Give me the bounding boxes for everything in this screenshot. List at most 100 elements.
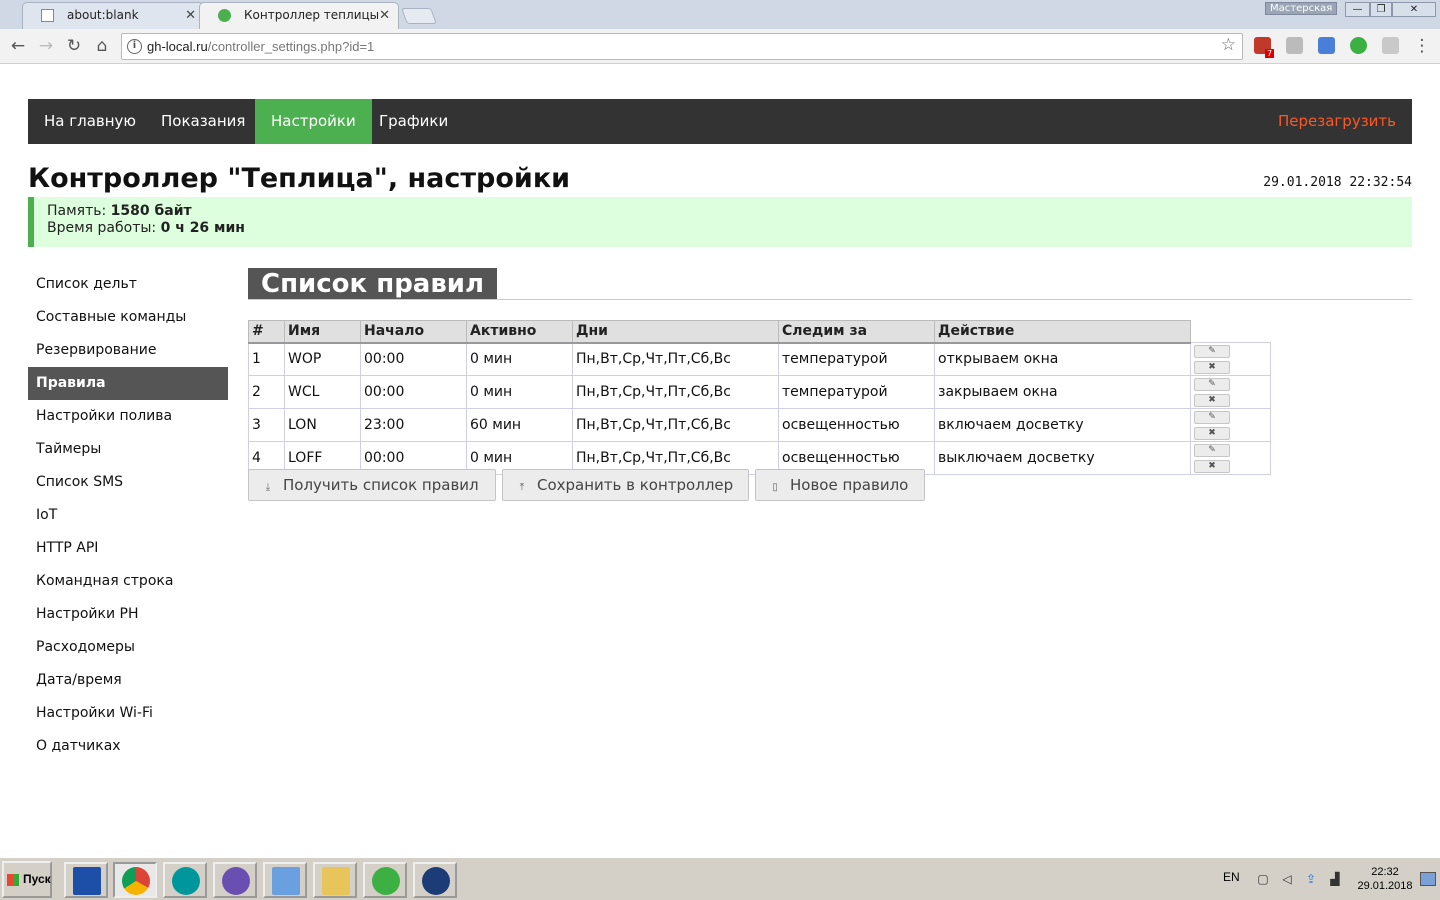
volume-icon[interactable]: ◁	[1279, 871, 1295, 887]
delete-icon[interactable]: ✖	[1194, 360, 1230, 374]
section-divider	[248, 299, 1412, 300]
close-icon[interactable]: ✕	[185, 3, 196, 28]
rule-number: 1	[248, 342, 285, 376]
nav-charts[interactable]: Графики	[363, 99, 464, 144]
sidebar-item-deltas[interactable]: Список дельт	[28, 268, 228, 301]
sidebar-item-wifi[interactable]: Настройки Wi-Fi	[28, 697, 228, 730]
browser-titlebar: about:blank ✕ Контроллер теплицы ✕ Масте…	[0, 0, 1440, 29]
rule-actions: ✎✖	[1190, 441, 1271, 475]
rule-action: закрываем окна	[934, 375, 1191, 409]
fetch-rules-button[interactable]: ⤓ Получить список правил	[248, 469, 496, 501]
home-icon[interactable]: ⌂	[91, 36, 113, 58]
sidebar-item-reservation[interactable]: Резервирование	[28, 334, 228, 367]
network-icon[interactable]: ▟	[1327, 871, 1343, 887]
arduino-icon	[172, 867, 200, 895]
rule-watch: освещенностью	[778, 408, 935, 442]
table-header-row: # Имя Начало Активно Дни Следим за Дейст…	[248, 320, 1271, 344]
rule-watch: температурой	[778, 342, 935, 376]
tray-device-icon[interactable]: ▢	[1255, 871, 1271, 887]
menu-icon[interactable]: ⋮	[1411, 36, 1433, 58]
taskbar-app-media[interactable]	[413, 862, 457, 898]
back-icon[interactable]: ←	[7, 36, 29, 58]
sidebar-item-watering[interactable]: Настройки полива	[28, 400, 228, 433]
taskbar-app-notepad[interactable]	[263, 862, 307, 898]
rule-start: 23:00	[360, 408, 467, 442]
tab-about-blank[interactable]: about:blank ✕	[22, 2, 205, 29]
taskbar-app-cat[interactable]	[213, 862, 257, 898]
column-header: Дни	[572, 320, 779, 344]
pdf-icon[interactable]	[1382, 37, 1399, 54]
download-icon: ⤓	[265, 482, 271, 493]
clock-date: 29.01.2018	[1357, 880, 1413, 892]
rule-active: 0 мин	[466, 375, 573, 409]
sidebar-item-http-api[interactable]: HTTP API	[28, 532, 228, 565]
top-navigation: На главную Показания Настройки Графики П…	[28, 99, 1412, 144]
address-bar[interactable]: i gh-local.ru/controller_settings.php?id…	[121, 33, 1243, 60]
column-header: Следим за	[778, 320, 935, 344]
rule-active: 0 мин	[466, 342, 573, 376]
delete-icon[interactable]: ✖	[1194, 393, 1230, 407]
nav-settings[interactable]: Настройки	[255, 99, 372, 144]
sidebar-item-rules[interactable]: Правила	[28, 367, 228, 400]
sidebar-item-sensors[interactable]: О датчиках	[28, 730, 228, 763]
sidebar-item-sms[interactable]: Список SMS	[28, 466, 228, 499]
taskbar-app-files[interactable]	[64, 862, 108, 898]
windows-flag-icon	[7, 874, 19, 886]
sidebar-item-datetime[interactable]: Дата/время	[28, 664, 228, 697]
edit-icon[interactable]: ✎	[1194, 410, 1230, 424]
nav-readings[interactable]: Показания	[145, 99, 261, 144]
sidebar-item-ph[interactable]: Настройки PH	[28, 598, 228, 631]
sidebar-item-command-line[interactable]: Командная строка	[28, 565, 228, 598]
taskbar-app-greenhouse[interactable]	[363, 862, 407, 898]
edit-icon[interactable]: ✎	[1194, 377, 1230, 391]
edit-icon[interactable]: ✎	[1194, 344, 1230, 358]
translate-icon[interactable]	[1318, 37, 1335, 54]
table-row: 2 WCL 00:00 0 мин Пн,Вт,Ср,Чт,Пт,Сб,Вс т…	[248, 375, 1271, 409]
close-window-button[interactable]: ✕	[1392, 2, 1436, 17]
forward-icon[interactable]: →	[35, 36, 57, 58]
rule-actions: ✎✖	[1190, 342, 1271, 376]
green-extension-icon[interactable]	[1350, 37, 1367, 54]
taskbar-app-arduino[interactable]	[163, 862, 207, 898]
minimize-button[interactable]: —	[1345, 2, 1370, 17]
sidebar-item-iot[interactable]: IoT	[28, 499, 228, 532]
taskbar-app-explorer[interactable]	[313, 862, 357, 898]
sidebar-item-composite-commands[interactable]: Составные команды	[28, 301, 228, 334]
rule-days: Пн,Вт,Ср,Чт,Пт,Сб,Вс	[572, 408, 779, 442]
memory-line: Память: 1580 байт	[47, 203, 1412, 220]
rule-start: 00:00	[360, 375, 467, 409]
tab-greenhouse[interactable]: Контроллер теплицы ✕	[199, 2, 399, 29]
restore-button[interactable]: ❐	[1370, 2, 1392, 17]
section-title: Список правил	[248, 268, 498, 300]
folder-icon	[322, 867, 350, 895]
nav-home[interactable]: На главную	[28, 99, 152, 144]
bookmark-star-icon[interactable]: ☆	[1221, 35, 1236, 55]
start-button[interactable]: Пуск	[2, 861, 52, 898]
drive-icon[interactable]	[1286, 37, 1303, 54]
sidebar-item-timers[interactable]: Таймеры	[28, 433, 228, 466]
new-rule-button[interactable]: ▯ Новое правило	[755, 469, 925, 501]
system-clock[interactable]: 22:32 29.01.2018	[1356, 865, 1414, 893]
language-indicator[interactable]: EN	[1223, 870, 1240, 884]
column-header: #	[248, 320, 285, 344]
rule-name: WCL	[284, 375, 361, 409]
delete-icon[interactable]: ✖	[1194, 426, 1230, 440]
save-to-controller-button[interactable]: ⤒ Сохранить в контроллер	[502, 469, 749, 501]
new-tab-button[interactable]	[401, 8, 437, 24]
leaf-icon	[372, 867, 400, 895]
reload-icon[interactable]: ↻	[63, 36, 85, 58]
rule-name: WOP	[284, 342, 361, 376]
show-desktop-icon[interactable]	[1420, 872, 1436, 886]
edit-icon[interactable]: ✎	[1194, 443, 1230, 457]
reboot-link[interactable]: Перезагрузить	[1278, 99, 1396, 144]
close-icon[interactable]: ✕	[379, 3, 390, 28]
delete-icon[interactable]: ✖	[1194, 459, 1230, 473]
upload-icon: ⤒	[519, 482, 525, 493]
upload-tray-icon[interactable]: ⇪	[1303, 871, 1319, 887]
extension-badge: 7	[1265, 49, 1275, 58]
info-icon[interactable]: i	[127, 39, 142, 54]
profile-badge[interactable]: Мастерская	[1265, 2, 1338, 15]
taskbar-app-chrome[interactable]	[113, 862, 157, 898]
column-header: Имя	[284, 320, 361, 344]
sidebar-item-flowmeters[interactable]: Расходомеры	[28, 631, 228, 664]
